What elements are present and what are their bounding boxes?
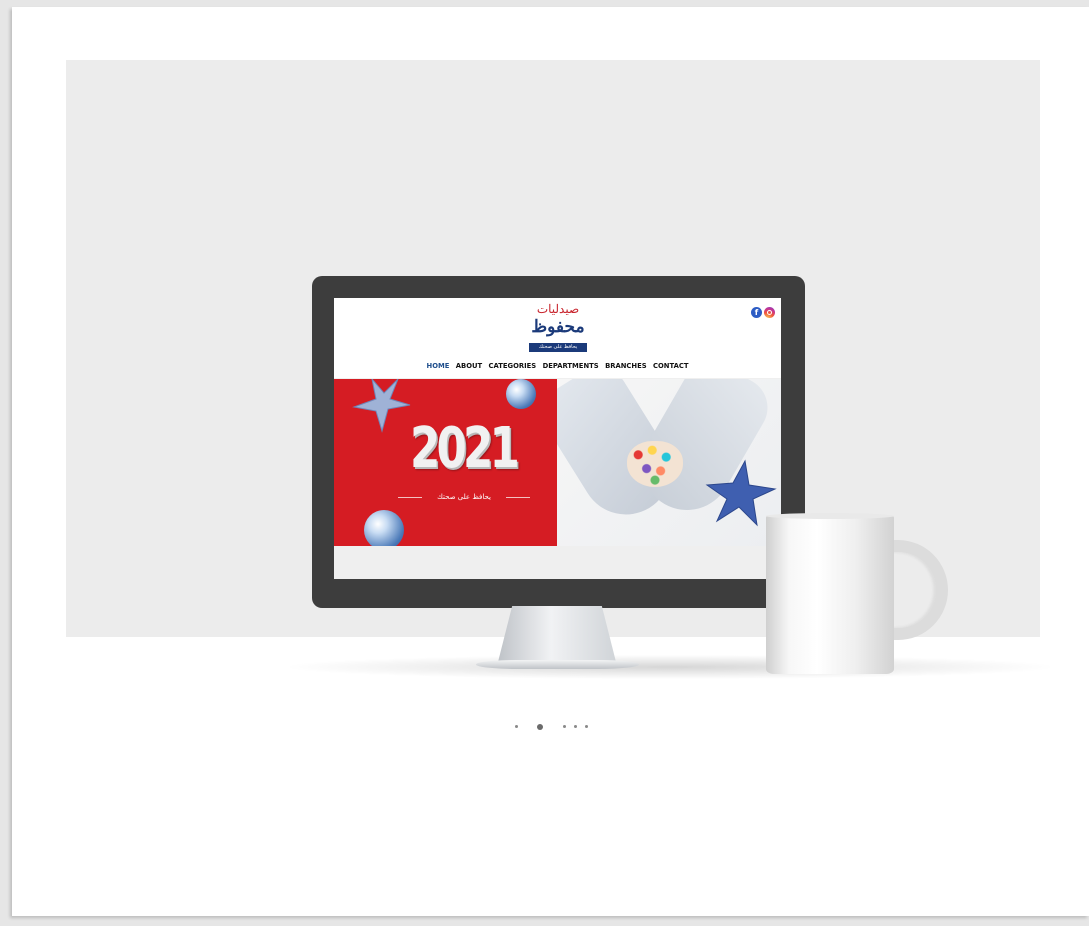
facebook-icon[interactable]: f	[751, 307, 762, 318]
carousel-dot-3[interactable]	[563, 725, 566, 728]
floor-shadow	[290, 655, 1050, 679]
banner-tagline: يحافظ على صحتك	[394, 493, 534, 502]
ornament-ball	[506, 379, 536, 409]
main-nav: HOME ABOUT CATEGORIES DEPARTMENTS BRANCH…	[334, 362, 781, 370]
carousel-dot-4[interactable]	[574, 725, 577, 728]
carousel-pagination	[514, 724, 594, 730]
pills-heart	[627, 441, 683, 487]
site-header: صيدليات محفوظ يحافظ على صحتك f HOME ABOU…	[334, 298, 781, 378]
monitor-screen: صيدليات محفوظ يحافظ على صحتك f HOME ABOU…	[334, 298, 781, 579]
nav-item-branches[interactable]: BRANCHES	[605, 362, 647, 370]
nav-item-departments[interactable]: DEPARTMENTS	[543, 362, 599, 370]
logo-tagline: يحافظ على صحتك	[529, 343, 587, 352]
carousel-dot-5[interactable]	[585, 725, 588, 728]
carousel-dot-1[interactable]	[515, 725, 518, 728]
ornament-ball	[364, 510, 404, 546]
banner-year: 2021	[410, 416, 520, 481]
logo-main-text: محفوظ	[531, 317, 585, 337]
nav-item-about[interactable]: ABOUT	[456, 362, 482, 370]
monitor-stand	[498, 606, 616, 662]
mug-rim	[766, 513, 894, 519]
instagram-icon[interactable]	[764, 307, 775, 318]
coffee-mug	[766, 516, 894, 674]
hero-banner-right	[557, 379, 781, 546]
nav-item-home[interactable]: HOME	[427, 362, 450, 370]
hero-banner-left: 2021 يحافظ على صحتك	[334, 379, 557, 546]
logo-top-text: صيدليات	[536, 302, 580, 316]
nav-item-contact[interactable]: CONTACT	[653, 362, 688, 370]
nav-item-categories[interactable]: CATEGORIES	[489, 362, 537, 370]
carousel-dot-2[interactable]	[537, 724, 543, 730]
site-logo[interactable]: صيدليات محفوظ يحافظ على صحتك	[526, 302, 590, 357]
star-decoration	[352, 379, 411, 433]
monitor-base	[476, 660, 639, 669]
